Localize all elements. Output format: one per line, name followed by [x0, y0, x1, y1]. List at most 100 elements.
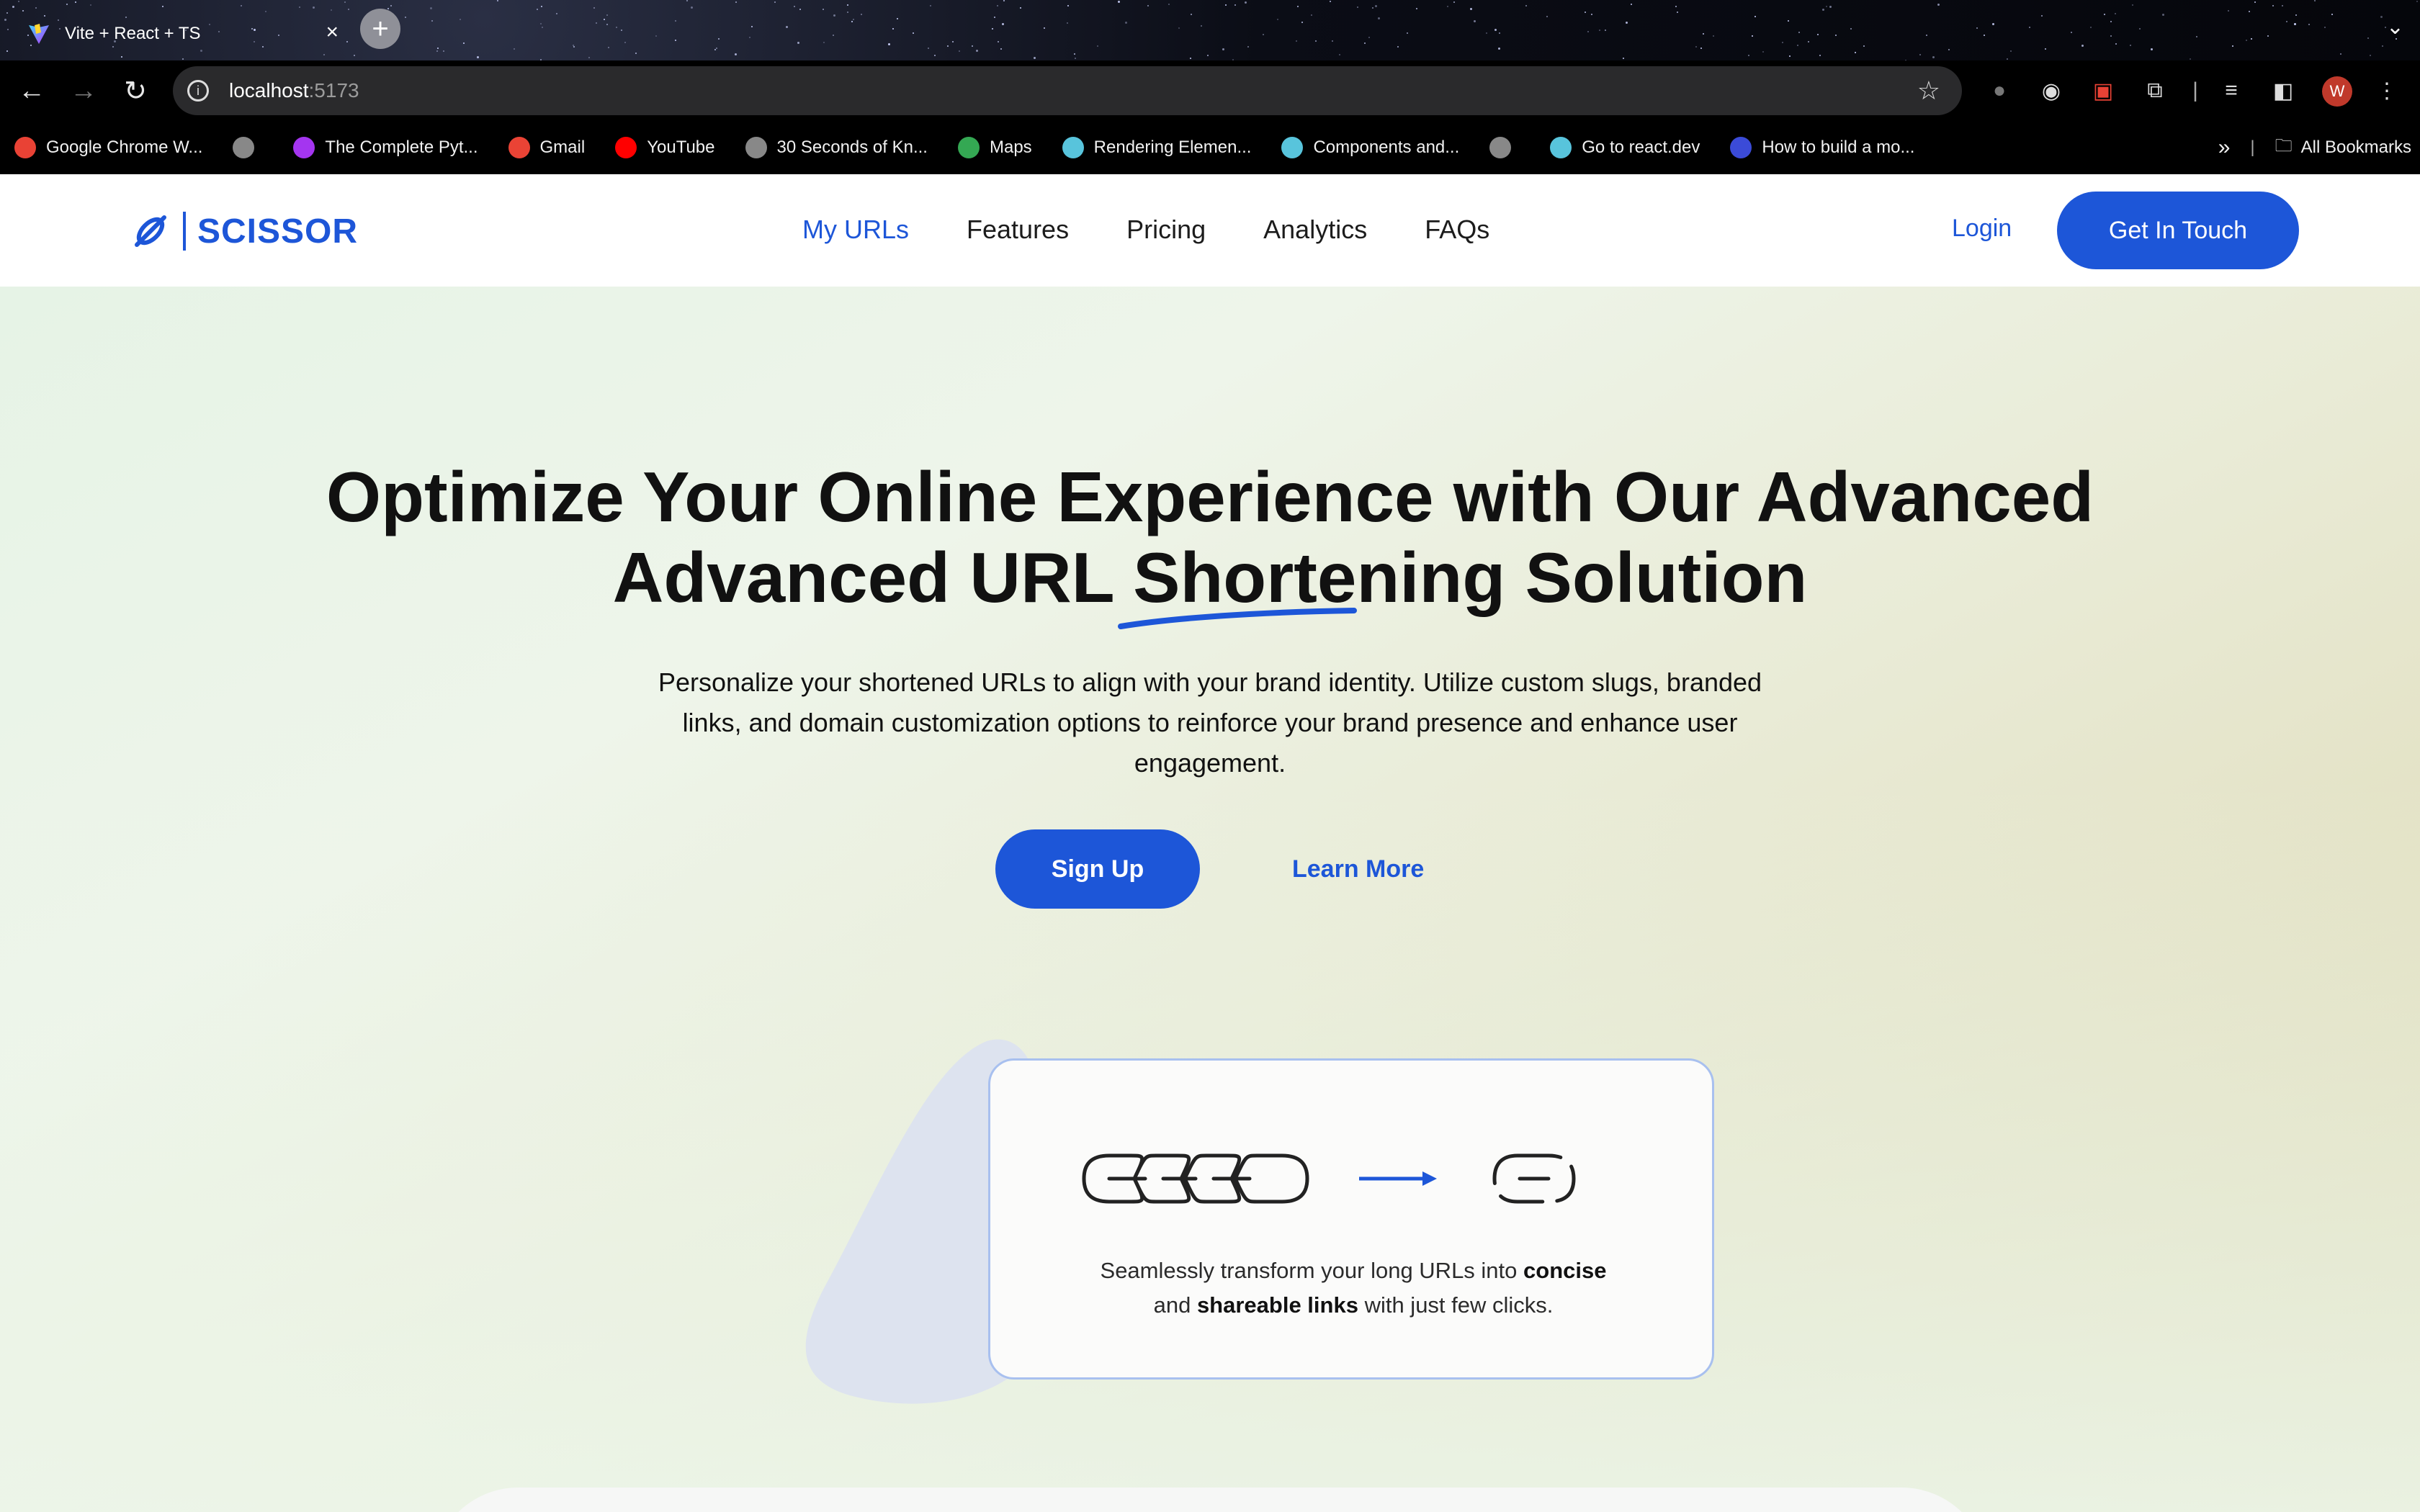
star-dot — [2416, 1, 2418, 2]
star-dot — [2331, 14, 2333, 15]
address-bar[interactable]: i localhost:5173 ☆ — [173, 66, 1962, 115]
star-dot — [7, 29, 9, 30]
star-dot — [1397, 46, 1399, 48]
star-dot — [1675, 6, 1677, 7]
bookmark-item[interactable] — [233, 137, 264, 158]
star-dot — [655, 35, 657, 37]
star-dot — [2151, 48, 2153, 50]
star-dot — [405, 17, 406, 18]
star-dot — [2081, 45, 2084, 47]
extension-circle-icon[interactable]: ◉ — [2037, 76, 2066, 105]
extension-pdf-icon[interactable]: ▣ — [2089, 76, 2118, 105]
media-controls-icon[interactable]: ≡ — [2217, 76, 2246, 105]
bookmarks-overflow-chevron-icon[interactable]: » — [2218, 135, 2231, 160]
bookmark-item[interactable]: Gmail — [508, 137, 585, 158]
star-dot — [1798, 32, 1800, 33]
get-in-touch-button[interactable]: Get In Touch — [2057, 192, 2299, 269]
star-dot — [1926, 35, 1927, 36]
side-panel-icon[interactable]: ◧ — [2269, 76, 2298, 105]
star-dot — [1695, 46, 1697, 48]
star-dot — [2286, 21, 2287, 22]
nav-faqs[interactable]: FAQs — [1425, 215, 1489, 245]
login-link[interactable]: Login — [1952, 215, 2012, 243]
star-dot — [1277, 19, 1278, 20]
profile-avatar[interactable]: W — [2322, 76, 2352, 107]
star-dot — [2090, 27, 2092, 28]
star-dot — [2007, 58, 2008, 60]
star-dot — [1234, 4, 1236, 6]
star-dot — [431, 20, 433, 22]
star-dot — [1191, 14, 1192, 15]
star-dot — [387, 8, 389, 9]
star-dot — [621, 30, 622, 31]
star-dot — [797, 42, 799, 44]
star-dot — [1067, 22, 1068, 24]
star-dot — [2314, 0, 2316, 1]
forward-arrow-icon[interactable]: → — [65, 72, 102, 109]
star-dot — [1297, 6, 1299, 7]
star-dot — [1330, 1, 1331, 2]
star-dot — [930, 5, 931, 6]
back-arrow-icon[interactable]: ← — [13, 72, 50, 109]
bookmark-label: How to build a mo... — [1762, 138, 1915, 157]
star-dot — [1301, 22, 1303, 23]
star-dot — [437, 48, 439, 49]
bookmark-item[interactable] — [1489, 137, 1521, 158]
star-dot — [2370, 55, 2371, 56]
learn-more-link[interactable]: Learn More — [1292, 855, 1424, 883]
browser-menu-icon[interactable]: ⋮ — [2372, 76, 2401, 105]
extension-bug-icon[interactable]: ● — [1985, 76, 2014, 105]
bookmark-item[interactable]: Maps — [957, 137, 1032, 158]
bookmark-item[interactable]: Components and... — [1281, 137, 1459, 158]
browser-tab-strip: Vite + React + TS × + ⌄ — [0, 0, 2420, 60]
star-dot — [537, 9, 538, 10]
star-dot — [833, 35, 834, 36]
bookmark-item[interactable]: The Complete Pyt... — [293, 137, 478, 158]
star-dot — [691, 6, 693, 9]
star-dot — [1407, 32, 1408, 34]
star-dot — [1850, 28, 1852, 30]
bookmark-item[interactable]: 30 Seconds of Kn... — [745, 137, 928, 158]
star-dot — [749, 37, 750, 38]
sign-up-button[interactable]: Sign Up — [995, 829, 1200, 909]
bookmark-label: Google Chrome W... — [46, 138, 203, 157]
browser-tab[interactable]: Vite + React + TS × — [14, 7, 353, 60]
bookmark-item[interactable]: Rendering Elemen... — [1062, 137, 1251, 158]
bookmark-label: YouTube — [647, 138, 715, 157]
site-info-icon[interactable]: i — [187, 80, 209, 102]
star-dot — [18, 1, 19, 2]
star-dot — [588, 57, 590, 58]
star-dot — [735, 1, 737, 3]
bookmark-item[interactable]: Go to react.dev — [1550, 137, 1700, 158]
star-dot — [1074, 53, 1075, 55]
react-icon — [1550, 137, 1572, 158]
star-dot — [774, 1, 776, 3]
nav-my-urls[interactable]: My URLs — [802, 215, 909, 245]
bookmark-item[interactable]: How to build a mo... — [1730, 137, 1914, 158]
tab-search-chevron-icon[interactable]: ⌄ — [2386, 14, 2404, 40]
star-dot — [1948, 49, 1950, 50]
chain-links-shorten-icon — [1082, 1153, 1576, 1204]
star-dot — [2272, 5, 2274, 6]
star-dot — [992, 28, 993, 30]
nav-features[interactable]: Features — [967, 215, 1069, 245]
star-dot — [928, 48, 929, 49]
tab-close-icon[interactable]: × — [326, 20, 339, 45]
extensions-puzzle-icon[interactable]: ⧉ — [2141, 76, 2169, 105]
star-dot — [1626, 22, 1628, 24]
site-logo[interactable]: SCISSOR — [131, 206, 358, 256]
bookmark-item[interactable]: Google Chrome W... — [14, 137, 202, 158]
star-dot — [718, 38, 720, 40]
nav-pricing[interactable]: Pricing — [1126, 215, 1206, 245]
star-dot — [1494, 29, 1497, 31]
star-dot — [794, 6, 795, 7]
bookmark-star-icon[interactable]: ☆ — [1917, 76, 1940, 106]
star-dot — [2232, 45, 2233, 47]
star-dot — [675, 20, 676, 22]
reload-icon[interactable]: ↻ — [117, 72, 154, 109]
nav-analytics[interactable]: Analytics — [1263, 215, 1367, 245]
new-tab-button[interactable]: + — [360, 9, 400, 49]
all-bookmarks-link[interactable]: All Bookmarks — [2301, 138, 2411, 158]
bookmark-item[interactable]: YouTube — [615, 137, 715, 158]
star-dot — [2110, 35, 2112, 37]
